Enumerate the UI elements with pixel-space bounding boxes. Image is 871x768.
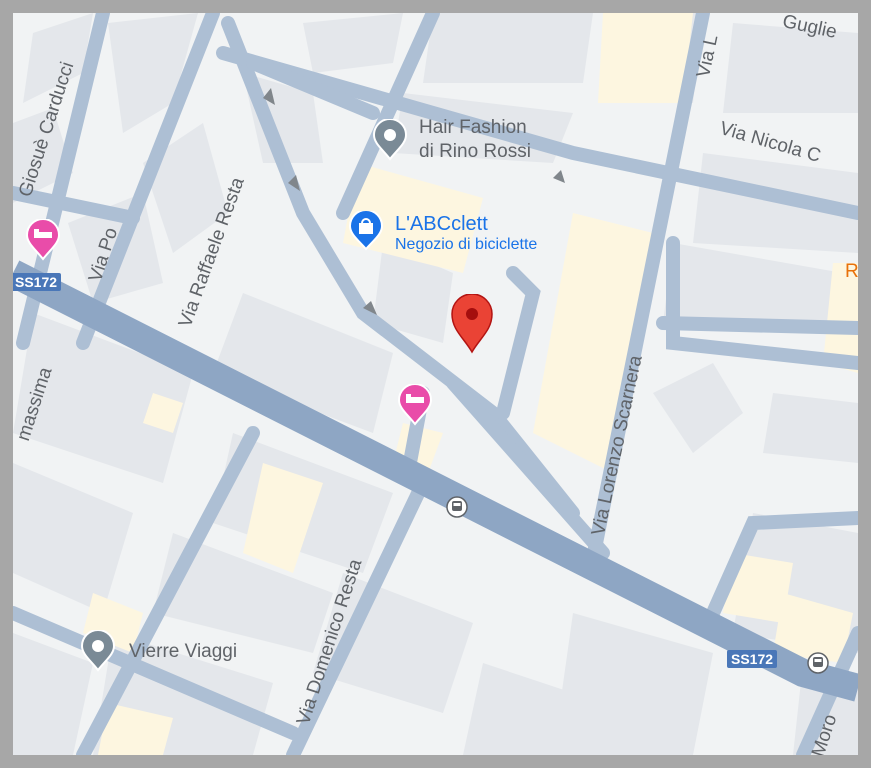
place-marker-icon[interactable] <box>80 630 116 672</box>
poi-vierre-viaggi[interactable]: Vierre Viaggi <box>129 640 237 664</box>
route-shield: SS172 <box>727 650 778 668</box>
poi-name-line2: Negozio di biciclette <box>395 236 538 253</box>
hotel-icon[interactable] <box>25 219 61 261</box>
poi-hair-fashion[interactable]: Hair Fashion di Rino Rossi <box>419 116 531 164</box>
map-view[interactable]: Giosuè Carducci Via Po Via Raffaele Rest… <box>13 13 858 755</box>
route-shield: SS172 <box>13 273 62 291</box>
bus-stop-icon[interactable] <box>446 496 468 518</box>
place-marker-icon[interactable] <box>372 119 408 161</box>
poi-name-line1: L'ABCclett <box>395 213 488 235</box>
partial-poi-label: R <box>845 261 858 282</box>
poi-abcclett[interactable]: L'ABCclett Negozio di biciclette <box>395 212 537 254</box>
poi-name-line1: Hair Fashion <box>419 117 527 138</box>
location-pin-icon[interactable] <box>450 294 494 354</box>
shopping-bag-icon[interactable] <box>349 211 383 251</box>
bus-stop-icon[interactable] <box>807 652 829 674</box>
poi-name-line2: di Rino Rossi <box>419 141 531 162</box>
hotel-icon[interactable] <box>397 384 433 426</box>
